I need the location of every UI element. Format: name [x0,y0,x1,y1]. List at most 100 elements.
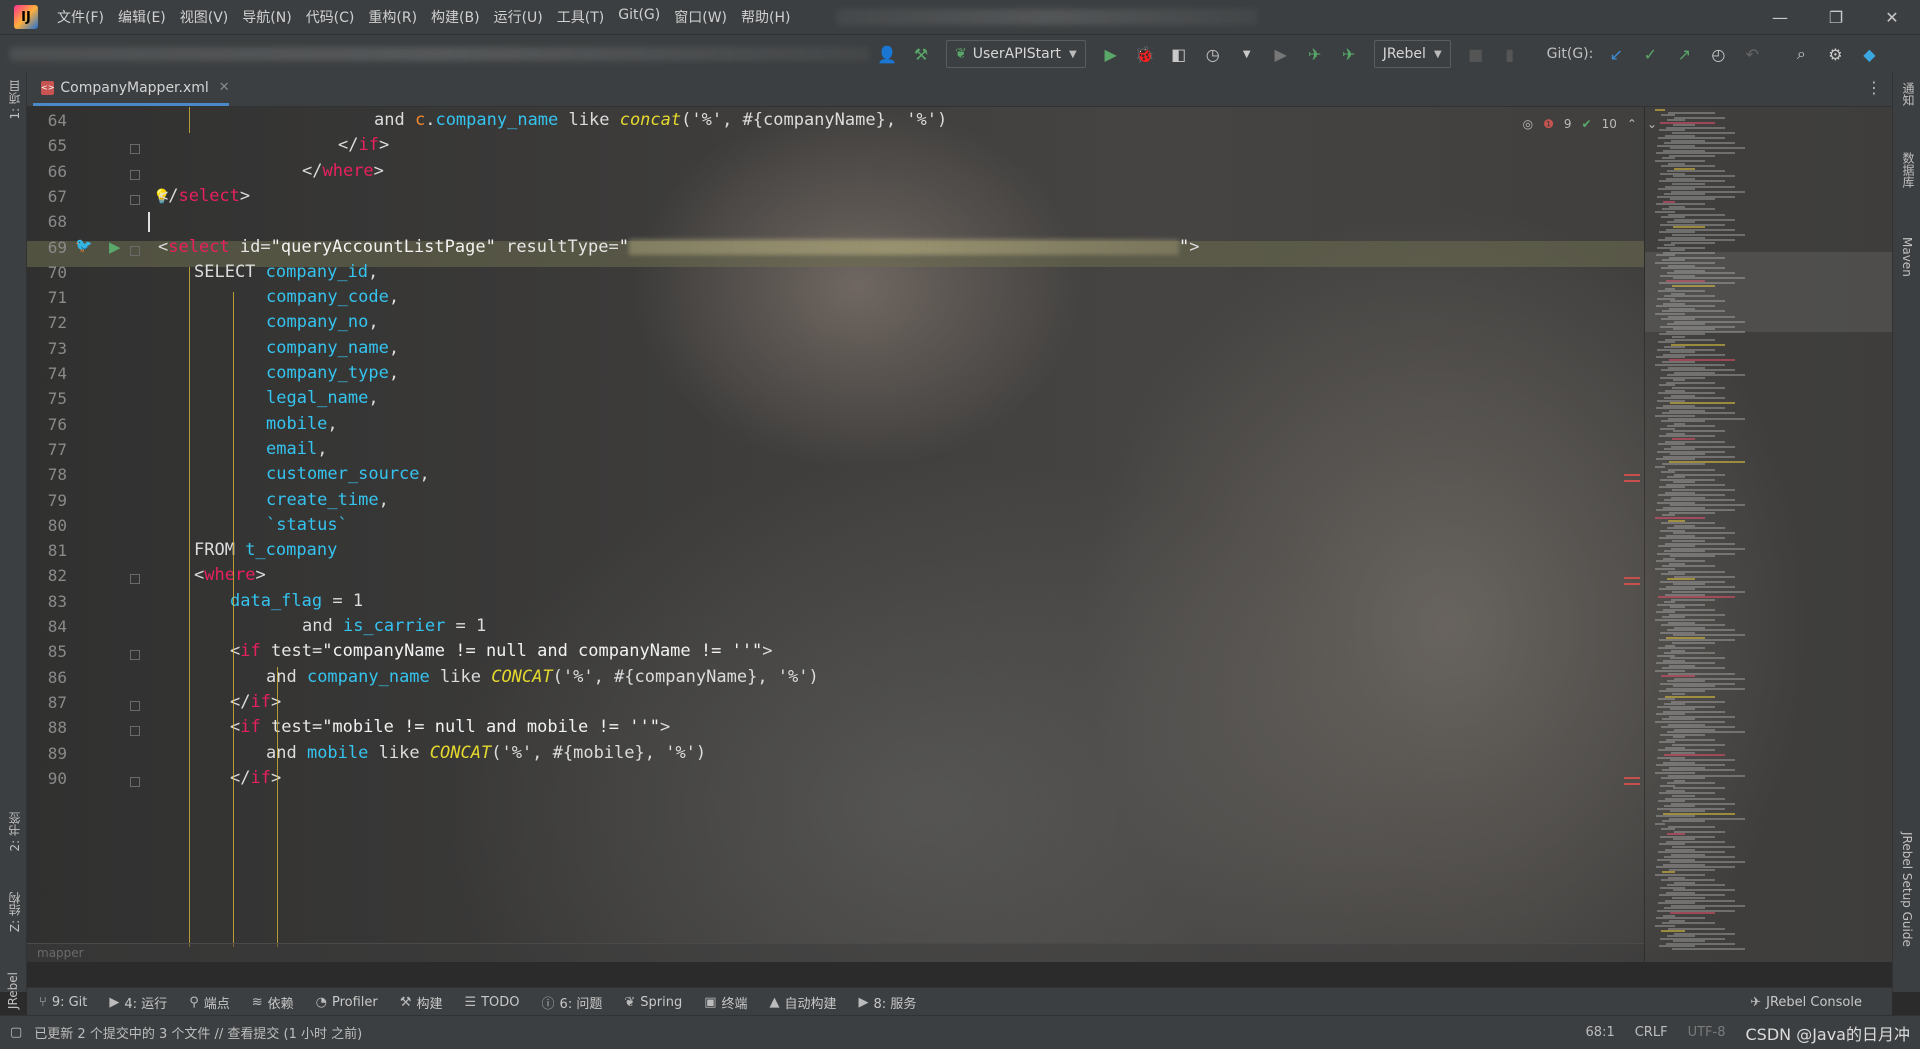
menu-item[interactable]: 编辑(E) [111,7,173,27]
run-statement-icon[interactable]: ▶ [109,238,121,256]
menu-item[interactable]: 帮助(H) [734,7,797,27]
profile-icon[interactable]: ◷ [1199,40,1227,68]
code-line[interactable]: </where> [302,161,384,181]
code-line[interactable]: `status` [266,515,348,535]
code-line[interactable]: and is_carrier = 1 [302,616,486,636]
inspection-widget[interactable]: ◎ ❶9 ✔ 10 ⌃ ⌄ [1518,117,1662,131]
code-line[interactable]: company_no, [266,312,379,332]
tool-window-button[interactable]: ▶ 8: 服务 [859,993,917,1012]
status-message[interactable]: 已更新 2 个提交中的 3 个文件 // 查看提交 (1 小时 之前) [34,1023,362,1042]
stop-icon[interactable]: ■ [1462,40,1490,68]
menu-item[interactable]: 导航(N) [235,7,298,27]
code-line[interactable]: FROM t_company [194,540,337,560]
fold-marker-icon[interactable] [130,169,140,180]
menu-item[interactable]: Git(G) [611,7,667,27]
coverage-icon[interactable]: ◧ [1165,40,1193,68]
code-line[interactable]: SELECT company_id, [194,262,378,282]
tool-window-button[interactable]: ❦ Spring [624,993,682,1012]
error-stripe-marker[interactable] [1624,577,1640,579]
menu-item[interactable]: 视图(V) [173,7,236,27]
menu-item[interactable]: 文件(F) [50,7,111,27]
code-line[interactable]: </if> [230,692,281,712]
more-run-chevron-icon[interactable]: ▼ [1233,40,1261,68]
bookmarks-tool-button[interactable]: 2: 书签 [6,812,23,852]
menu-item[interactable]: 窗口(W) [667,7,734,27]
tool-window-button[interactable]: ⚒ 构建 [400,993,443,1012]
notifications-tool-button[interactable]: 通知 [1900,82,1917,106]
code-line[interactable]: </select> [158,186,250,206]
fold-marker-icon[interactable] [130,726,140,737]
error-stripe-marker[interactable] [1624,583,1640,585]
code-line[interactable]: mobile, [266,414,338,434]
user-icon[interactable]: 👤 [873,40,901,68]
mybatis-navigate-icon[interactable]: 🐦 [75,238,92,254]
run-icon[interactable]: ▶ [1097,40,1125,68]
tool-window-button[interactable]: ☰ TODO [464,993,519,1012]
fold-marker-icon[interactable] [130,194,140,205]
tool-window-button[interactable]: ⑂ 9: Git [39,993,87,1012]
line-separator[interactable]: CRLF [1635,1025,1668,1040]
tool-window-button[interactable]: ⚲ 端点 [189,993,230,1012]
fold-marker-icon[interactable] [130,776,140,787]
debug-icon[interactable]: 🐞 [1131,40,1159,68]
project-tool-button[interactable]: 1: 项目 [6,80,23,120]
code-line[interactable]: and mobile like CONCAT('%', #{mobile}, '… [266,743,706,763]
close-button[interactable]: ✕ [1864,8,1920,27]
tool-window-button[interactable]: ≋ 依赖 [252,993,294,1012]
code-line[interactable]: and company_name like CONCAT('%', #{comp… [266,667,819,687]
error-stripe-marker[interactable] [1624,777,1640,779]
code-line[interactable]: company_code, [266,287,399,307]
tool-window-button[interactable]: ▲ 自动构建 [770,993,837,1012]
code-minimap[interactable] [1644,107,1892,962]
database-tool-button[interactable]: 数据库 [1900,152,1917,188]
stop-run-icon[interactable]: ▶ [1267,40,1295,68]
code-line[interactable]: company_name, [266,338,399,358]
code-line[interactable]: </if> [230,768,281,788]
menu-item[interactable]: 工具(T) [550,7,611,27]
error-stripe-marker[interactable] [1624,480,1640,482]
tool-window-button[interactable]: ◔ Profiler [316,993,378,1012]
settings-gear-icon[interactable]: ⚙ [1821,40,1849,68]
code-line[interactable]: email, [266,439,327,459]
jrebel-tool-button[interactable]: JRebel [6,972,20,1009]
run-config-select[interactable]: ❦ UserAPIStart ▼ [946,40,1086,68]
tool-window-button[interactable]: ▶ 4: 运行 [109,993,167,1012]
jrebel-run-icon[interactable]: ✈ [1301,40,1329,68]
tab-company-mapper[interactable]: <> CompanyMapper.xml ✕ [33,72,230,106]
minimize-button[interactable]: — [1752,8,1808,27]
fold-marker-icon[interactable] [130,650,140,661]
code-line[interactable]: data_flag = 1 [230,591,363,611]
error-stripe-marker[interactable] [1624,474,1640,476]
jrebel-console-button[interactable]: ✈ JRebel Console [1750,995,1862,1010]
menu-item[interactable]: 代码(C) [299,7,362,27]
rollback-icon[interactable]: ↶ [1738,40,1766,68]
menu-item[interactable]: 重构(R) [361,7,424,27]
code-line[interactable]: legal_name, [266,388,379,408]
search-icon[interactable]: ⌕ [1787,40,1815,68]
menu-item[interactable]: 运行(U) [487,7,550,27]
editor-breadcrumb[interactable]: mapper [37,946,84,960]
git-push-icon[interactable]: ↗ [1670,40,1698,68]
code-line[interactable]: <if test="mobile != null and mobile != '… [230,717,670,737]
caret-position[interactable]: 68:1 [1586,1025,1615,1040]
fold-marker-icon[interactable] [130,574,140,585]
minimap-viewport[interactable] [1645,252,1892,332]
code-line[interactable]: create_time, [266,490,389,510]
tab-close-icon[interactable]: ✕ [219,80,230,95]
fold-marker-icon[interactable] [130,144,140,155]
prev-highlight-icon[interactable]: ⌃ [1627,117,1637,131]
git-update-icon[interactable]: ↙ [1602,40,1630,68]
code-line[interactable]: <select id="queryAccountListPage" result… [158,237,1199,257]
tab-menu-icon[interactable]: ⋮ [1866,78,1882,97]
error-stripe-marker[interactable] [1624,783,1640,785]
history-icon[interactable]: ◴ [1704,40,1732,68]
pause-icon[interactable]: ▮ [1496,40,1524,68]
status-toggle-icon[interactable]: ▢ [10,1025,22,1040]
code-editor[interactable]: 64 65 66 67 68 69 70 71 72 73 74 75 76 77 78 79 80 81 82 83… [27,107,1892,962]
maven-tool-button[interactable]: Maven [1900,237,1914,277]
menu-item[interactable]: 构建(B) [424,7,487,27]
plugin-icon[interactable]: ◆ [1855,40,1883,68]
git-commit-icon[interactable]: ✓ [1636,40,1664,68]
tool-window-button[interactable]: ▣ 终端 [704,993,747,1012]
jrebel-debug-icon[interactable]: ✈ [1335,40,1363,68]
